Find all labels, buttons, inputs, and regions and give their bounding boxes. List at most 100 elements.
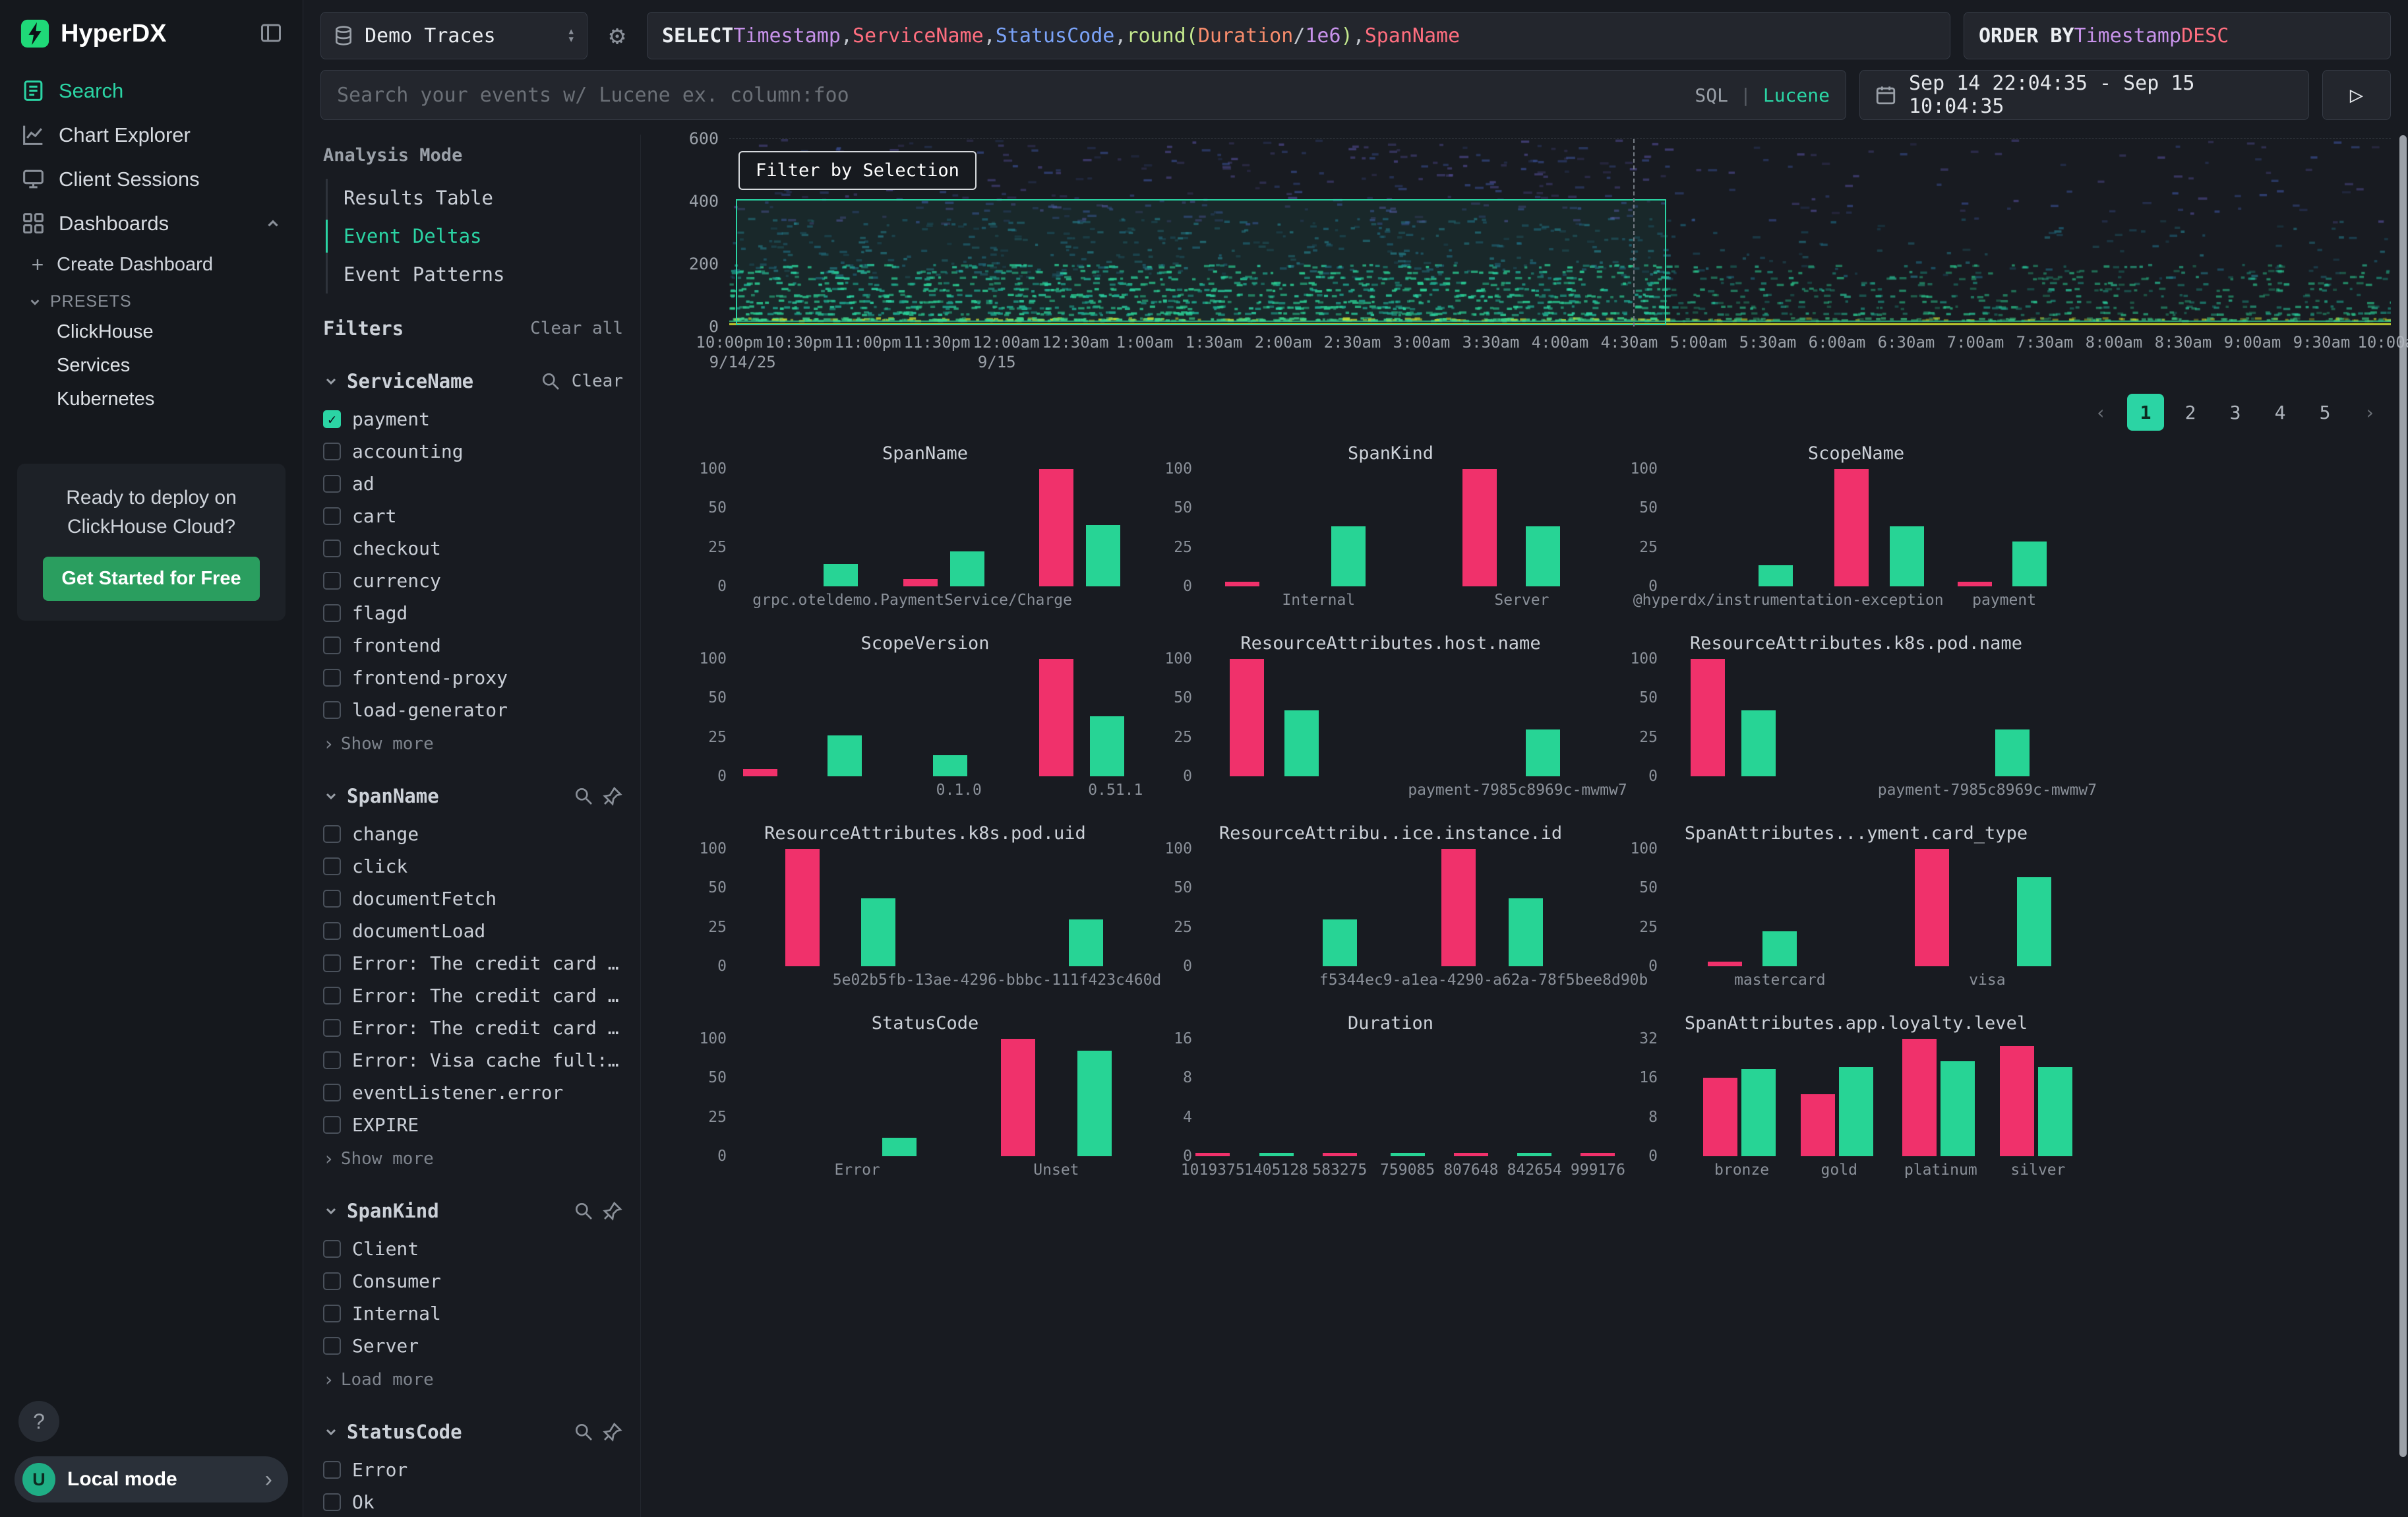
date-range-picker[interactable]: Sep 14 22:04:35 - Sep 15 10:04:35 bbox=[1859, 70, 2309, 120]
checkbox[interactable] bbox=[323, 857, 341, 875]
hyperdx-logo[interactable]: HyperDX bbox=[20, 18, 167, 49]
filter-item-checkout[interactable]: checkout bbox=[323, 532, 623, 565]
filter-pin-icon[interactable] bbox=[602, 1421, 623, 1442]
checkbox[interactable] bbox=[323, 540, 341, 557]
filter-item-client[interactable]: Client bbox=[323, 1233, 623, 1265]
search-input[interactable] bbox=[337, 84, 1683, 107]
lang-toggle-lucene[interactable]: Lucene bbox=[1763, 84, 1830, 106]
checkbox[interactable]: ✓ bbox=[323, 410, 341, 428]
analysis-mode-results-table[interactable]: Results Table bbox=[328, 179, 623, 217]
checkbox[interactable] bbox=[323, 507, 341, 525]
page-button-1[interactable]: 1 bbox=[2127, 394, 2164, 431]
lang-toggle-sql[interactable]: SQL bbox=[1695, 84, 1728, 106]
sidebar-item-dashboards[interactable]: Dashboards bbox=[13, 201, 289, 245]
chevron-down-icon[interactable] bbox=[323, 1424, 339, 1440]
checkbox[interactable] bbox=[323, 572, 341, 590]
analysis-mode-event-patterns[interactable]: Event Patterns bbox=[328, 255, 623, 294]
presets-header[interactable]: PRESETS bbox=[20, 284, 289, 315]
checkbox[interactable] bbox=[323, 1240, 341, 1258]
filter-item-error-the-credit-card[interactable]: Error: The credit card (… bbox=[323, 979, 623, 1012]
sidebar-collapse-icon[interactable] bbox=[259, 21, 283, 47]
checkbox[interactable] bbox=[323, 987, 341, 1005]
sidebar-item-clickhouse[interactable]: ClickHouse bbox=[20, 315, 289, 349]
checkbox[interactable] bbox=[323, 954, 341, 972]
checkbox[interactable] bbox=[323, 1337, 341, 1355]
page-button-4[interactable]: 4 bbox=[2262, 394, 2299, 431]
next-page-button[interactable]: › bbox=[2351, 394, 2388, 431]
filter-item-consumer[interactable]: Consumer bbox=[323, 1265, 623, 1297]
create-dashboard-button[interactable]: + Create Dashboard bbox=[20, 245, 289, 284]
filter-item-click[interactable]: click bbox=[323, 850, 623, 882]
show-more-link[interactable]: ›Load more bbox=[323, 1362, 623, 1390]
filter-item-expire[interactable]: EXPIRE bbox=[323, 1109, 623, 1141]
order-by-editor[interactable]: ORDER BY Timestamp DESC bbox=[1964, 12, 2391, 59]
filter-item-frontend-proxy[interactable]: frontend-proxy bbox=[323, 662, 623, 694]
scrollbar[interactable] bbox=[2397, 135, 2408, 1512]
filter-item-accounting[interactable]: accounting bbox=[323, 435, 623, 468]
chevron-down-icon[interactable] bbox=[323, 1203, 339, 1219]
filter-item-documentfetch[interactable]: documentFetch bbox=[323, 882, 623, 915]
checkbox[interactable] bbox=[323, 636, 341, 654]
checkbox[interactable] bbox=[323, 825, 341, 843]
checkbox[interactable] bbox=[323, 701, 341, 719]
gear-icon[interactable]: ⚙ bbox=[601, 12, 634, 59]
filter-item-documentload[interactable]: documentLoad bbox=[323, 915, 623, 947]
heatmap-plot[interactable]: Filter by Selection bbox=[729, 139, 2391, 326]
filter-item-currency[interactable]: currency bbox=[323, 565, 623, 597]
filter-search-icon[interactable] bbox=[573, 1200, 594, 1222]
checkbox[interactable] bbox=[323, 669, 341, 687]
source-select[interactable]: Demo Traces ▴▾ bbox=[320, 12, 587, 59]
filter-item-error-visa-cache-full[interactable]: Error: Visa cache full: … bbox=[323, 1044, 623, 1076]
checkbox[interactable] bbox=[323, 1084, 341, 1101]
page-button-2[interactable]: 2 bbox=[2172, 394, 2209, 431]
checkbox[interactable] bbox=[323, 443, 341, 460]
sql-select-editor[interactable]: SELECT Timestamp, ServiceName, StatusCod… bbox=[647, 12, 1950, 59]
local-mode-menu[interactable]: U Local mode › bbox=[15, 1456, 288, 1502]
checkbox[interactable] bbox=[323, 1051, 341, 1069]
sidebar-item-services[interactable]: Services bbox=[20, 349, 289, 383]
checkbox[interactable] bbox=[323, 1019, 341, 1037]
show-more-link[interactable]: ›Show more bbox=[323, 726, 623, 755]
run-query-button[interactable]: ▷ bbox=[2322, 70, 2391, 120]
filter-search-icon[interactable] bbox=[540, 371, 561, 392]
filter-item-frontend[interactable]: frontend bbox=[323, 629, 623, 662]
checkbox[interactable] bbox=[323, 1493, 341, 1511]
checkbox[interactable] bbox=[323, 1305, 341, 1322]
filter-item-error[interactable]: Error bbox=[323, 1454, 623, 1486]
clear-all-button[interactable]: Clear all bbox=[530, 319, 623, 338]
checkbox[interactable] bbox=[323, 890, 341, 908]
checkbox[interactable] bbox=[323, 1272, 341, 1290]
filter-search-icon[interactable] bbox=[573, 1421, 594, 1442]
sidebar-item-chart-explorer[interactable]: Chart Explorer bbox=[13, 113, 289, 157]
help-button[interactable]: ? bbox=[18, 1401, 59, 1442]
filter-item-flagd[interactable]: flagd bbox=[323, 597, 623, 629]
filter-pin-icon[interactable] bbox=[602, 1200, 623, 1222]
chevron-down-icon[interactable] bbox=[323, 788, 339, 804]
filter-item-payment[interactable]: ✓payment bbox=[323, 403, 623, 435]
filter-item-load-generator[interactable]: load-generator bbox=[323, 694, 623, 726]
filter-item-error-the-credit-card[interactable]: Error: The credit card (… bbox=[323, 1012, 623, 1044]
checkbox[interactable] bbox=[323, 604, 341, 622]
checkbox[interactable] bbox=[323, 1461, 341, 1479]
filter-item-cart[interactable]: cart bbox=[323, 500, 623, 532]
analysis-mode-event-deltas[interactable]: Event Deltas bbox=[328, 217, 623, 255]
chevron-down-icon[interactable] bbox=[323, 373, 339, 389]
page-button-3[interactable]: 3 bbox=[2217, 394, 2254, 431]
show-more-link[interactable]: ›Show more bbox=[323, 1141, 623, 1169]
sidebar-item-search[interactable]: Search bbox=[13, 69, 289, 113]
filter-clear-button[interactable]: Clear bbox=[572, 371, 623, 391]
checkbox[interactable] bbox=[323, 475, 341, 493]
checkbox[interactable] bbox=[323, 922, 341, 940]
filter-item-change[interactable]: change bbox=[323, 818, 623, 850]
filter-item-eventlistener-error[interactable]: eventListener.error bbox=[323, 1076, 623, 1109]
sidebar-item-client-sessions[interactable]: Client Sessions bbox=[13, 157, 289, 201]
filter-item-ad[interactable]: ad bbox=[323, 468, 623, 500]
filter-item-internal[interactable]: Internal bbox=[323, 1297, 623, 1330]
filter-item-server[interactable]: Server bbox=[323, 1330, 623, 1362]
get-started-button[interactable]: Get Started for Free bbox=[43, 557, 259, 601]
scrollbar-thumb[interactable] bbox=[2399, 135, 2407, 1457]
filter-search-icon[interactable] bbox=[573, 786, 594, 807]
selection-region[interactable] bbox=[736, 199, 1666, 325]
filter-by-selection-button[interactable]: Filter by Selection bbox=[738, 151, 977, 190]
filter-item-ok[interactable]: Ok bbox=[323, 1486, 623, 1517]
